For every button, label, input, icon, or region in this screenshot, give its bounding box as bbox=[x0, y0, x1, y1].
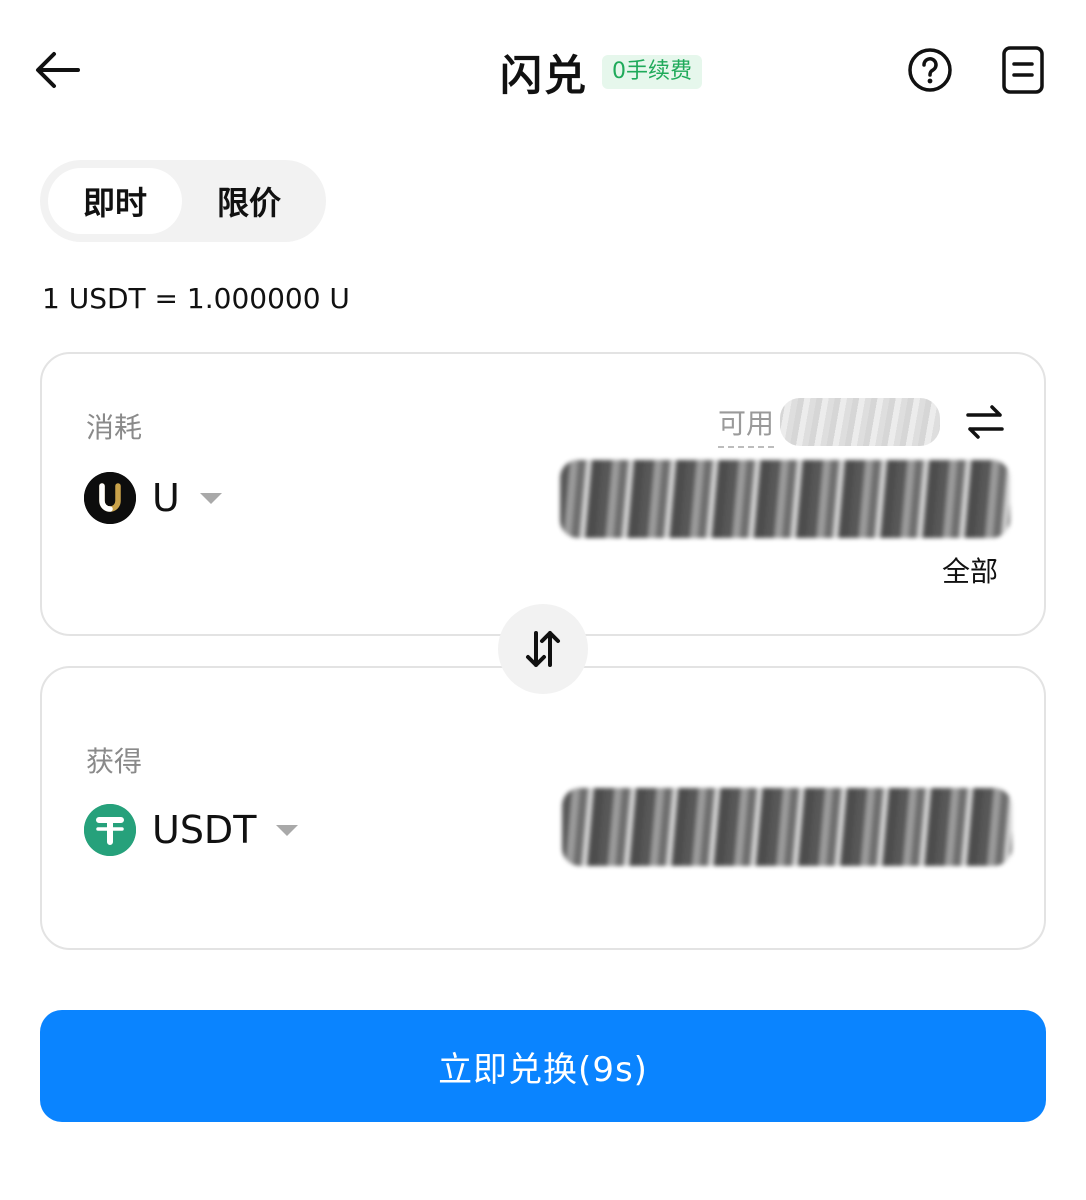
swap-vertical-icon bbox=[526, 631, 560, 667]
order-mode-segment: 即时 限价 bbox=[40, 160, 326, 242]
tab-limit[interactable]: 限价 bbox=[182, 168, 316, 234]
pay-amount-redacted[interactable] bbox=[560, 460, 1010, 538]
receive-token-selector[interactable]: USDT bbox=[84, 804, 299, 856]
pay-token-symbol: U bbox=[152, 476, 180, 520]
receive-card: 获得 USDT bbox=[40, 666, 1046, 950]
question-circle-icon bbox=[908, 48, 952, 92]
pay-card: 消耗 可用 U 全部 bbox=[40, 352, 1046, 636]
available-balance-redacted bbox=[780, 398, 940, 446]
swap-now-button[interactable]: 立即兑换(9s) bbox=[40, 1010, 1046, 1122]
tether-logo bbox=[84, 804, 136, 856]
chevron-down-icon bbox=[276, 824, 299, 836]
u-token-icon bbox=[84, 472, 136, 524]
receive-label: 获得 bbox=[86, 745, 143, 778]
back-button[interactable] bbox=[30, 44, 86, 96]
zero-fee-badge: 0手续费 bbox=[602, 55, 703, 89]
switch-unit-button[interactable] bbox=[962, 400, 1008, 444]
available-balance-label[interactable]: 可用 bbox=[718, 402, 775, 448]
arrow-left-icon bbox=[36, 52, 80, 88]
help-button[interactable] bbox=[906, 46, 954, 94]
tab-instant[interactable]: 即时 bbox=[48, 168, 182, 234]
usdt-token-icon bbox=[84, 804, 136, 856]
receive-amount-redacted[interactable] bbox=[562, 788, 1012, 866]
pay-label: 消耗 bbox=[86, 411, 143, 444]
page-title: 闪兑 bbox=[500, 50, 589, 100]
swap-horizontal-icon bbox=[966, 405, 1004, 439]
title-group: 闪兑 0手续费 bbox=[500, 44, 703, 100]
flash-swap-page: 闪兑 0手续费 即时 限价 1 USDT = 1.000000 U 消耗 可用 bbox=[0, 0, 1086, 1200]
exchange-rate: 1 USDT = 1.000000 U bbox=[42, 282, 350, 315]
u-token-logo bbox=[84, 472, 136, 524]
header: 闪兑 0手续费 bbox=[0, 0, 1086, 140]
pay-token-selector[interactable]: U bbox=[84, 472, 222, 524]
order-list-icon bbox=[1002, 46, 1044, 94]
max-amount-button[interactable]: 全部 bbox=[942, 550, 998, 590]
chevron-down-icon bbox=[199, 492, 222, 504]
flip-direction-button[interactable] bbox=[498, 604, 588, 694]
order-history-button[interactable] bbox=[1000, 44, 1046, 96]
receive-token-symbol: USDT bbox=[152, 808, 257, 852]
